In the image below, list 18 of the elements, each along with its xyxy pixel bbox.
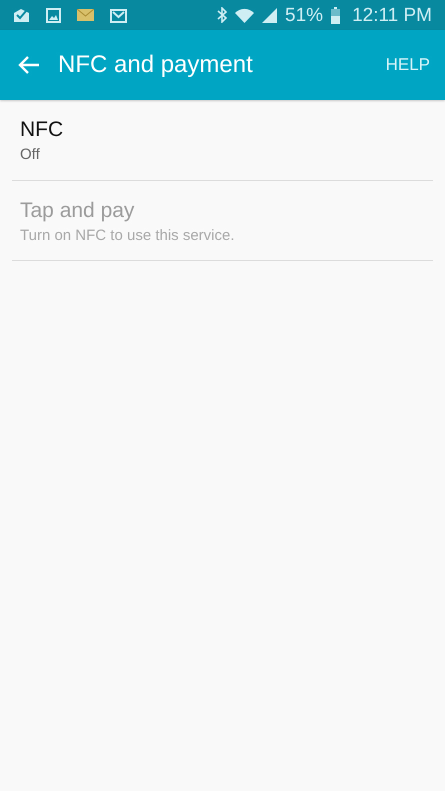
battery-percent: 51% <box>285 6 324 24</box>
mail-check-icon <box>13 8 30 22</box>
signal-icon <box>262 8 278 22</box>
envelope-icon <box>77 9 94 21</box>
image-icon <box>46 8 61 22</box>
setting-summary: Turn on NFC to use this service. <box>20 226 236 246</box>
clock: 12:11 PM <box>352 6 432 24</box>
settings-item[interactable]: NFC Off <box>12 100 433 181</box>
setting-title: NFC <box>20 117 64 142</box>
battery-icon <box>331 6 340 24</box>
back-button[interactable] <box>18 56 40 74</box>
setting-title: Tap and pay <box>20 198 136 223</box>
setting-summary: Off <box>20 145 41 165</box>
wifi-icon <box>235 8 254 22</box>
bluetooth-icon <box>217 7 228 23</box>
back-arrow-icon <box>18 56 40 74</box>
help-button[interactable]: HELP <box>386 48 430 82</box>
screen-title: NFC and payment <box>58 50 254 80</box>
